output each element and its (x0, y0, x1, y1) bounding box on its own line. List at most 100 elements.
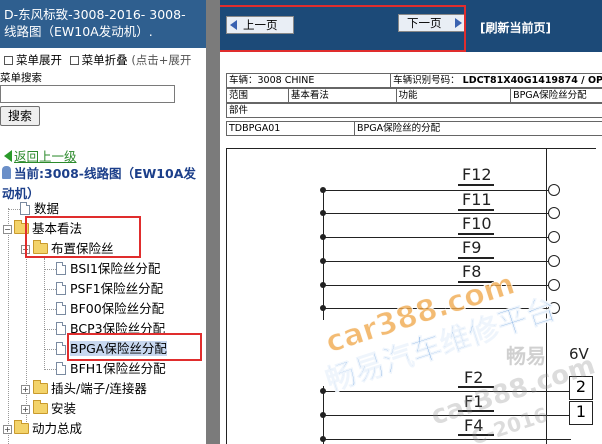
diagram-code: TDBPGA01 (229, 123, 281, 134)
wire (323, 439, 571, 440)
tree-item-label: BFH1保险丝分配 (70, 361, 166, 376)
folder-icon (33, 400, 48, 414)
tree-item-label: BF00保险丝分配 (70, 301, 165, 316)
refresh-link[interactable]: [刷新当前页] (480, 19, 551, 36)
fuse-symbol (458, 434, 494, 436)
document-icon (20, 202, 30, 215)
location-pin-icon (2, 166, 11, 179)
fuse-label: F9 (462, 238, 482, 257)
highlight-box (220, 5, 466, 52)
terminal-circle (548, 184, 560, 196)
tree-item-bfh1[interactable]: BFH1保险丝分配 (56, 361, 166, 377)
manual-title-line2: 线路图（EW10A发动机）. (4, 24, 153, 39)
fuse-label: F1 (464, 392, 484, 411)
document-icon (56, 262, 66, 275)
junction-dot (320, 210, 326, 216)
junction-dot (320, 388, 326, 394)
manual-title: D-东风标致-3008-2016- 3008- 线路图（EW10A发动机）. (0, 0, 206, 48)
fuse-symbol (458, 257, 494, 259)
document-icon (56, 282, 66, 295)
wire (323, 308, 551, 309)
tree-item-psf1[interactable]: PSF1保险丝分配 (56, 281, 163, 297)
diagram-frame (226, 148, 227, 444)
pane-splitter[interactable] (206, 0, 220, 444)
back-link[interactable]: 返回上一级 (4, 146, 77, 165)
highlight-box (25, 216, 141, 258)
collapse-toggle[interactable]: − (3, 225, 12, 234)
connector-pin: 2 (569, 376, 593, 400)
tree-item-bsi1[interactable]: BSI1保险丝分配 (56, 261, 160, 277)
vin-label: 车辆识别号码： (393, 75, 460, 86)
fuse-label: F8 (462, 262, 482, 281)
expand-toggle[interactable]: + (3, 425, 12, 434)
voltage-label: 6V (569, 345, 589, 363)
fuse-label: F10 (462, 214, 492, 233)
junction-dot (320, 258, 326, 264)
fuse-label: F11 (462, 190, 492, 209)
wire (323, 391, 571, 392)
scope-label: 范围 (226, 88, 289, 103)
fuse-symbol (458, 184, 494, 186)
fuse-label: F12 (462, 165, 492, 184)
back-link-label: 返回上一级 (14, 149, 77, 164)
document-icon (56, 322, 66, 335)
fuse-symbol (458, 281, 494, 283)
tree-guide-line (8, 208, 9, 444)
terminal-circle (548, 255, 560, 267)
connector-pin: 1 (569, 401, 593, 425)
highlight-box (67, 333, 202, 361)
expand-toggle[interactable]: + (21, 385, 30, 394)
document-icon (56, 302, 66, 315)
wire (323, 237, 551, 238)
menu-collapse-label: 菜单折叠 (81, 53, 128, 67)
part-label: 部件 (226, 103, 602, 118)
menu-expand-button[interactable]: 菜单展开 (0, 52, 62, 68)
fuse-symbol (458, 233, 494, 235)
fuse-symbol (458, 410, 494, 412)
fuse-symbol (458, 209, 494, 211)
terminal-circle (548, 207, 560, 219)
fuse-symbol (458, 386, 494, 388)
menu-expand-label: 菜单展开 (16, 53, 62, 67)
tree-item-install[interactable]: 安装 (33, 400, 76, 417)
collapse-icon (69, 56, 79, 65)
folder-icon (14, 420, 29, 434)
tree-item-powertrain[interactable]: 动力总成 (14, 420, 82, 437)
tree-item-label: 数据 (34, 201, 60, 216)
folder-icon (33, 380, 48, 394)
search-input[interactable] (0, 85, 175, 103)
navigation-pane: D-东风标致-3008-2016- 3008- 线路图（EW10A发动机）. 菜… (0, 0, 206, 444)
terminal-circle (548, 302, 560, 314)
vin-value: LDCT81X40G1419874 / OP (462, 75, 602, 86)
current-location-line1: 当前:3008-线路图（EW10A发 (14, 166, 196, 181)
tree-guide-line (44, 258, 45, 370)
wire (323, 213, 551, 214)
terminal-circle (548, 231, 560, 243)
terminal-circle (548, 279, 560, 291)
diagram-code-row: TDBPGA01 BPGA保险丝的分配 (226, 121, 602, 136)
menu-hint: (点击+展开 (131, 53, 192, 67)
content-pane: 上一页 下一页 [刷新当前页] 车辆：3008 CHINE 车辆识别号码： LD… (220, 0, 602, 444)
diagram-frame (546, 148, 547, 444)
search-button[interactable]: 搜索 (0, 106, 40, 126)
tree-item-label: BSI1保险丝分配 (70, 261, 161, 276)
tree-item-data[interactable]: 数据 (20, 201, 59, 217)
tree-item-connectors[interactable]: 插头/端子/连接器 (33, 380, 147, 397)
scope-value: 基本看法 (287, 88, 397, 103)
tree-item-label: 插头/端子/连接器 (51, 381, 147, 396)
document-icon (56, 362, 66, 375)
vehicle-info-table: 车辆：3008 CHINE 车辆识别号码： LDCT81X40G1419874 … (225, 73, 602, 118)
fuse-label: F4 (464, 416, 484, 435)
diagram-description: BPGA保险丝的分配 (357, 123, 441, 134)
cell-divider (354, 121, 355, 135)
tree-item-bf00[interactable]: BF00保险丝分配 (56, 301, 164, 317)
expand-toggle[interactable]: + (21, 405, 30, 414)
back-arrow-icon (4, 150, 12, 162)
junction-dot (320, 234, 326, 240)
junction-dot (320, 436, 326, 442)
vin-cell: 车辆识别号码： LDCT81X40G1419874 / OP (390, 73, 602, 88)
menu-collapse-button[interactable]: 菜单折叠 (66, 52, 128, 68)
diagram-frame (226, 148, 596, 149)
expand-icon (4, 56, 13, 65)
tree-guide-line (8, 209, 20, 210)
